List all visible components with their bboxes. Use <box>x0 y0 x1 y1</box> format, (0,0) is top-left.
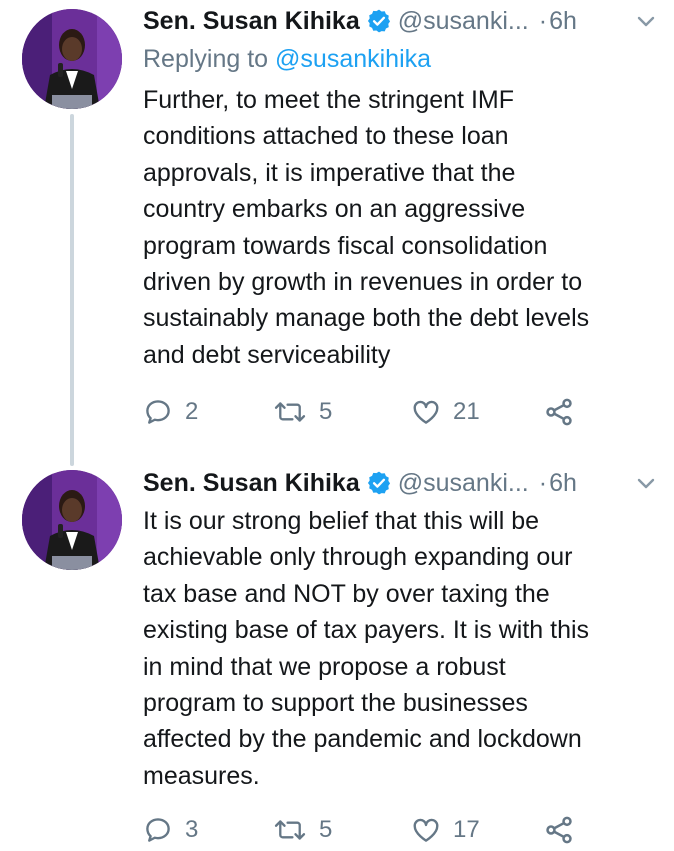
tweet-header: Sen. Susan Kihika @susanki... · 6h <box>143 4 577 38</box>
tweet-text-line: existing base of tax payers. It is with … <box>143 616 590 645</box>
verified-badge-icon <box>366 470 392 496</box>
replying-to: Replying to @susankihika <box>143 45 431 74</box>
timestamp[interactable]: 6h <box>549 469 577 498</box>
avatar[interactable] <box>22 9 122 109</box>
tweet-actions: 3 5 17 <box>143 810 663 850</box>
separator-dot: · <box>538 468 548 497</box>
tweet-text-line: program to support the businesses <box>143 689 528 718</box>
share-icon <box>546 816 572 844</box>
replying-to-label: Replying to <box>143 45 269 73</box>
retweet-icon <box>274 820 306 840</box>
tweet-text-line: measures. <box>143 761 260 790</box>
avatar-image <box>22 9 122 109</box>
retweet-button[interactable]: 5 <box>273 392 332 432</box>
tweet-text-line: sustainably manage both the debt levels <box>143 304 590 333</box>
retweet-button[interactable]: 5 <box>273 810 332 850</box>
tweet-text-line: approvals, it is imperative that the <box>143 158 516 187</box>
tweet-actions: 2 5 21 <box>143 392 663 432</box>
author-name[interactable]: Sen. Susan Kihika <box>143 469 360 498</box>
avatar-image <box>22 470 122 570</box>
reply-icon <box>146 400 170 424</box>
reply-button[interactable]: 3 <box>143 810 198 850</box>
tweet-text-line: country embarks on an aggressive <box>143 195 526 224</box>
tweet-text-line: affected by the pandemic and lockdown <box>143 725 582 754</box>
author-handle[interactable]: @susanki... <box>398 469 529 498</box>
share-button[interactable] <box>543 810 575 850</box>
tweet-text: Further, to meet the stringent IMF condi… <box>143 82 663 373</box>
reply-button[interactable]: 2 <box>143 392 198 432</box>
tweet-header: Sen. Susan Kihika @susanki... · 6h <box>143 466 577 500</box>
tweet-text-line: conditions attached to these loan <box>143 122 509 151</box>
tweet-text-line: program towards fiscal consolidation <box>143 231 548 260</box>
share-button[interactable] <box>543 392 575 432</box>
avatar[interactable] <box>22 470 122 570</box>
reply-count: 2 <box>185 398 199 425</box>
verified-badge-icon <box>366 8 392 34</box>
tweet-text-line: achievable only through expanding our <box>143 543 573 572</box>
chevron-down-icon[interactable] <box>636 15 656 29</box>
thread-connector-line <box>70 114 74 466</box>
like-count: 17 <box>453 816 480 843</box>
separator-dot: · <box>538 6 548 35</box>
tweet-text-line: It is our strong belief that this will b… <box>143 507 540 535</box>
chevron-down-icon[interactable] <box>636 477 656 491</box>
tweet-text-line: tax base and NOT by over taxing the <box>143 579 550 608</box>
reply-icon <box>146 818 170 842</box>
like-icon <box>413 818 439 842</box>
author-name[interactable]: Sen. Susan Kihika <box>143 7 360 36</box>
author-handle[interactable]: @susanki... <box>398 7 529 36</box>
retweet-count: 5 <box>319 816 333 843</box>
like-icon <box>413 400 439 424</box>
share-icon <box>546 398 572 426</box>
tweet-text-line: driven by growth in revenues in order to <box>143 268 583 297</box>
like-count: 21 <box>453 398 480 425</box>
retweet-count: 5 <box>319 398 333 425</box>
like-button[interactable]: 21 <box>411 392 480 432</box>
replying-to-handle[interactable]: @susankihika <box>275 45 431 73</box>
tweet-text-line: in mind that we propose a robust <box>143 652 506 681</box>
tweet-text-line: Further, to meet the stringent IMF <box>143 86 514 114</box>
like-button[interactable]: 17 <box>411 810 480 850</box>
tweet-text-line: and debt serviceability <box>143 340 391 369</box>
tweet-text: It is our strong belief that this will b… <box>143 503 663 794</box>
reply-count: 3 <box>185 816 199 843</box>
retweet-icon <box>274 402 306 422</box>
timestamp[interactable]: 6h <box>549 7 577 36</box>
